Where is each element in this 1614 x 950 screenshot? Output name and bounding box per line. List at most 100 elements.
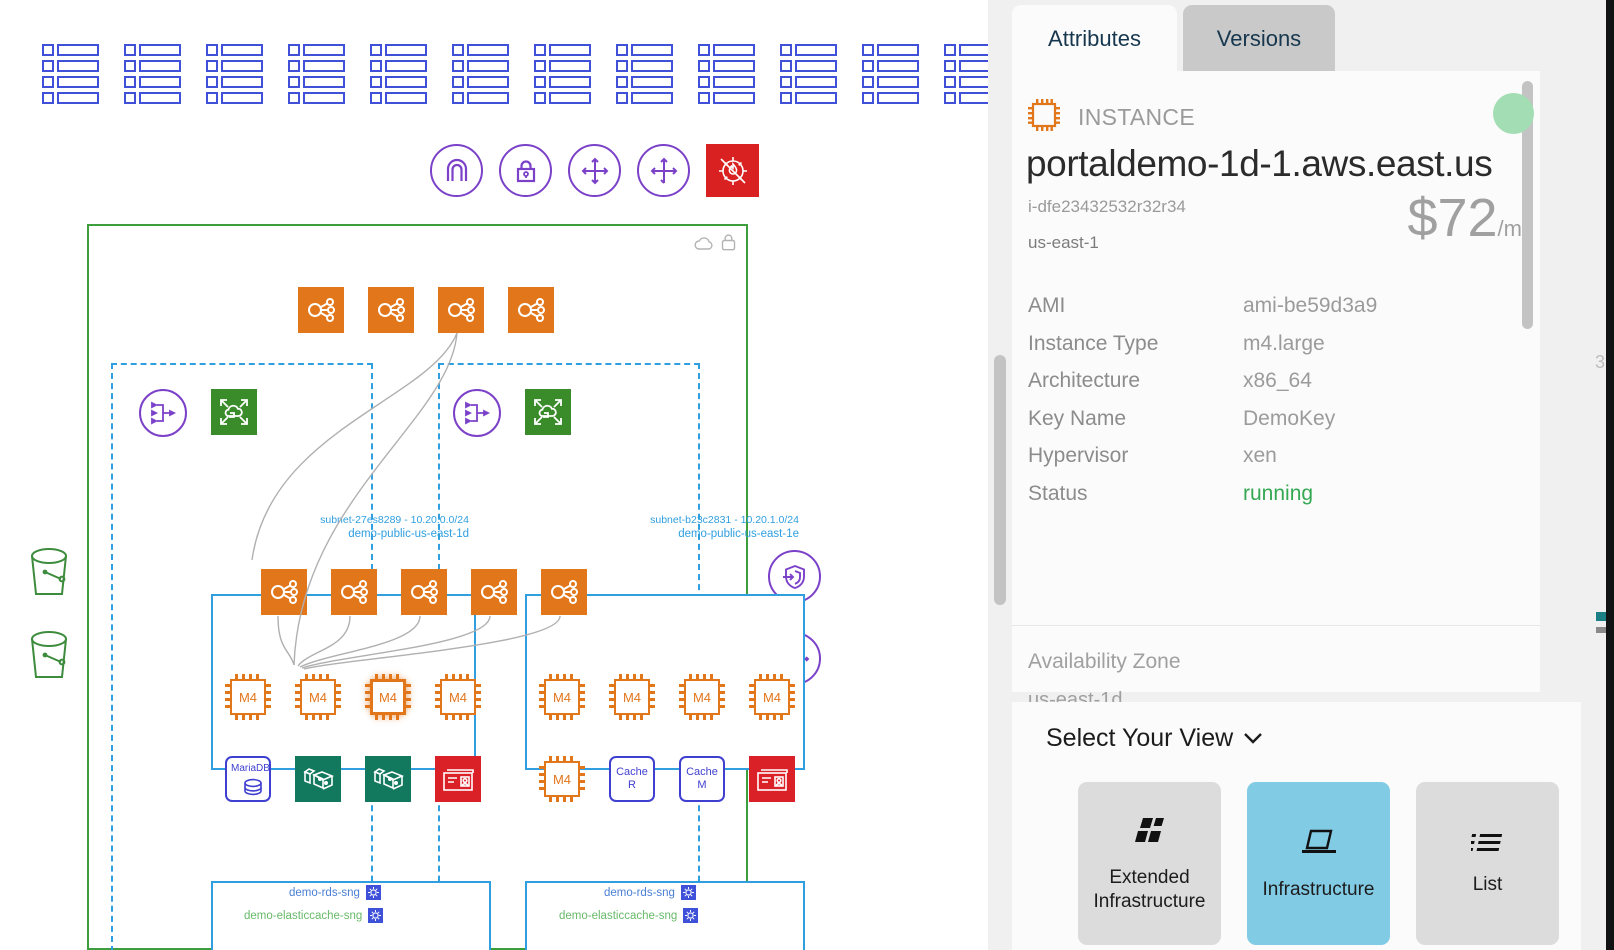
id-card-icon[interactable] (435, 756, 481, 802)
container-icon[interactable] (365, 756, 411, 802)
attribute-row: Hypervisor xen (1028, 437, 1512, 475)
id-card-icon[interactable] (749, 756, 795, 802)
tab-attributes[interactable]: Attributes (1012, 5, 1177, 73)
load-balancer-icon[interactable] (368, 287, 414, 333)
public-right-icons (453, 389, 571, 437)
firewall-icon[interactable] (706, 144, 759, 197)
list-table-icon[interactable] (616, 44, 673, 104)
availability-zone-label: Availability Zone (1028, 650, 1181, 673)
attribute-value: xen (1243, 444, 1277, 467)
load-balancer-icon[interactable] (331, 569, 377, 615)
service-row-right: M4 Cache R Cache M (539, 756, 795, 802)
view-option-infrastructure[interactable]: Infrastructure (1247, 782, 1390, 945)
panel-scrollbar-thumb[interactable] (994, 355, 1006, 605)
list-icon (1468, 830, 1505, 859)
list-table-icon[interactable] (452, 44, 509, 104)
service-row-left: MariaDB (225, 756, 481, 802)
load-balancer-icon[interactable] (541, 569, 587, 615)
load-balancer-row-top (298, 287, 554, 333)
view-option-list[interactable]: List (1416, 782, 1559, 945)
attribute-value: x86_64 (1243, 369, 1312, 392)
attribute-value: m4.large (1243, 331, 1325, 355)
view-option-buttons: Extended Infrastructure Infrastructure Li… (1078, 782, 1559, 945)
cache-m-icon[interactable]: Cache M (679, 756, 725, 802)
resource-id: i-dfe23432532r32r34 (1028, 197, 1186, 216)
list-table-icon[interactable] (206, 44, 263, 104)
load-balancer-icon[interactable] (508, 287, 554, 333)
view-option-label: List (1472, 874, 1503, 896)
section-divider (1012, 625, 1540, 626)
scale-icon-2[interactable] (637, 144, 690, 197)
load-balancer-row-mid (261, 569, 587, 615)
attribute-key: Status (1028, 481, 1088, 505)
window-right-edge (1606, 0, 1614, 950)
list-table-icon[interactable] (698, 44, 755, 104)
attributes-card: INSTANCE portaldemo-1d-1.aws.east.us i-d… (1012, 71, 1540, 749)
s3-bucket[interactable] (26, 546, 72, 607)
ec2-instance-icon[interactable]: M4 (539, 674, 585, 720)
toolbar-icon-row (430, 144, 759, 197)
load-balancer-icon[interactable] (401, 569, 447, 615)
resource-header: INSTANCE (1026, 97, 1522, 138)
cloud-icon (694, 236, 713, 250)
cache-r-icon[interactable]: Cache R (609, 756, 655, 802)
diagram-canvas[interactable]: subnet-27es8289 - 10.20.0.0/24 demo-publ… (0, 0, 988, 950)
ec2-instance-icon[interactable]: M4 (609, 674, 655, 720)
subnet-label-public-left: subnet-27es8289 - 10.20.0.0/24 demo-publ… (320, 514, 469, 541)
ec2-instance-icon[interactable]: M4 (365, 674, 411, 720)
ec2-instance-icon[interactable]: M4 (225, 674, 271, 720)
list-table-icon[interactable] (862, 44, 919, 104)
attribute-key: Hypervisor (1028, 444, 1129, 467)
ec2-instance-icon[interactable]: M4 (749, 674, 795, 720)
load-balancer-icon[interactable] (438, 287, 484, 333)
vpc-badges (694, 234, 736, 251)
tiles-icon (1131, 814, 1169, 852)
inspector-panel: Attributes Versions INSTANCE portaldemo-… (988, 0, 1614, 950)
attribute-row: Status running (1028, 475, 1512, 513)
list-table-icon[interactable] (370, 44, 427, 104)
list-table-icon[interactable] (288, 44, 345, 104)
security-group-label-rds-right: demo-rds-sng (604, 885, 696, 900)
ec2-instance-icon[interactable]: M4 (679, 674, 725, 720)
instance-row-left: M4 M4 M4 M4 (225, 674, 481, 720)
auto-scaling-group-icon[interactable] (211, 389, 257, 435)
list-table-icon[interactable] (124, 44, 181, 104)
instance-chip-icon (1026, 97, 1062, 138)
load-balancer-icon[interactable] (298, 287, 344, 333)
mariadb-icon[interactable]: MariaDB (225, 756, 271, 802)
s3-bucket[interactable] (26, 629, 72, 690)
load-balancer-icon[interactable] (261, 569, 307, 615)
ec2-instance-icon[interactable]: M4 (295, 674, 341, 720)
route-table-icon[interactable] (453, 389, 501, 437)
ec2-instance-icon[interactable]: M4 (539, 756, 585, 802)
load-balancer-icon[interactable] (471, 569, 517, 615)
view-selector-title[interactable]: Select Your View (1046, 724, 1263, 753)
resource-title: portaldemo-1d-1.aws.east.us (1026, 143, 1493, 184)
scale-icon[interactable] (568, 144, 621, 197)
laptop-icon (1299, 826, 1339, 864)
attribute-key: Instance Type (1028, 331, 1159, 355)
security-group-glyph (683, 908, 699, 923)
security-group-label-ec-left: demo-elasticcache-sng (244, 908, 384, 923)
app-root: subnet-27es8289 - 10.20.0.0/24 demo-publ… (0, 0, 1614, 950)
list-table-icon[interactable] (780, 44, 837, 104)
list-table-icon[interactable] (534, 44, 591, 104)
container-icon[interactable] (295, 756, 341, 802)
lock-icon (721, 234, 736, 251)
attribute-value: ami-be59d3a9 (1243, 294, 1378, 317)
tab-versions[interactable]: Versions (1183, 5, 1335, 73)
vpc-container[interactable]: subnet-27es8289 - 10.20.0.0/24 demo-publ… (87, 224, 805, 950)
internet-gateway-icon[interactable] (430, 144, 483, 197)
ec2-instance-icon[interactable]: M4 (435, 674, 481, 720)
route-table-icon[interactable] (139, 389, 187, 437)
lock-icon[interactable] (499, 144, 552, 197)
attribute-value: DemoKey (1243, 406, 1336, 430)
auto-scaling-group-icon[interactable] (525, 389, 571, 435)
list-table-icon[interactable] (42, 44, 99, 104)
attribute-key: Architecture (1028, 369, 1141, 392)
attribute-row: Key Name DemoKey (1028, 400, 1512, 438)
view-option-extended-infrastructure[interactable]: Extended Infrastructure (1078, 782, 1221, 945)
security-group-glyph (368, 908, 384, 923)
list-table-icon[interactable] (944, 44, 988, 104)
public-left-icons (139, 389, 257, 437)
